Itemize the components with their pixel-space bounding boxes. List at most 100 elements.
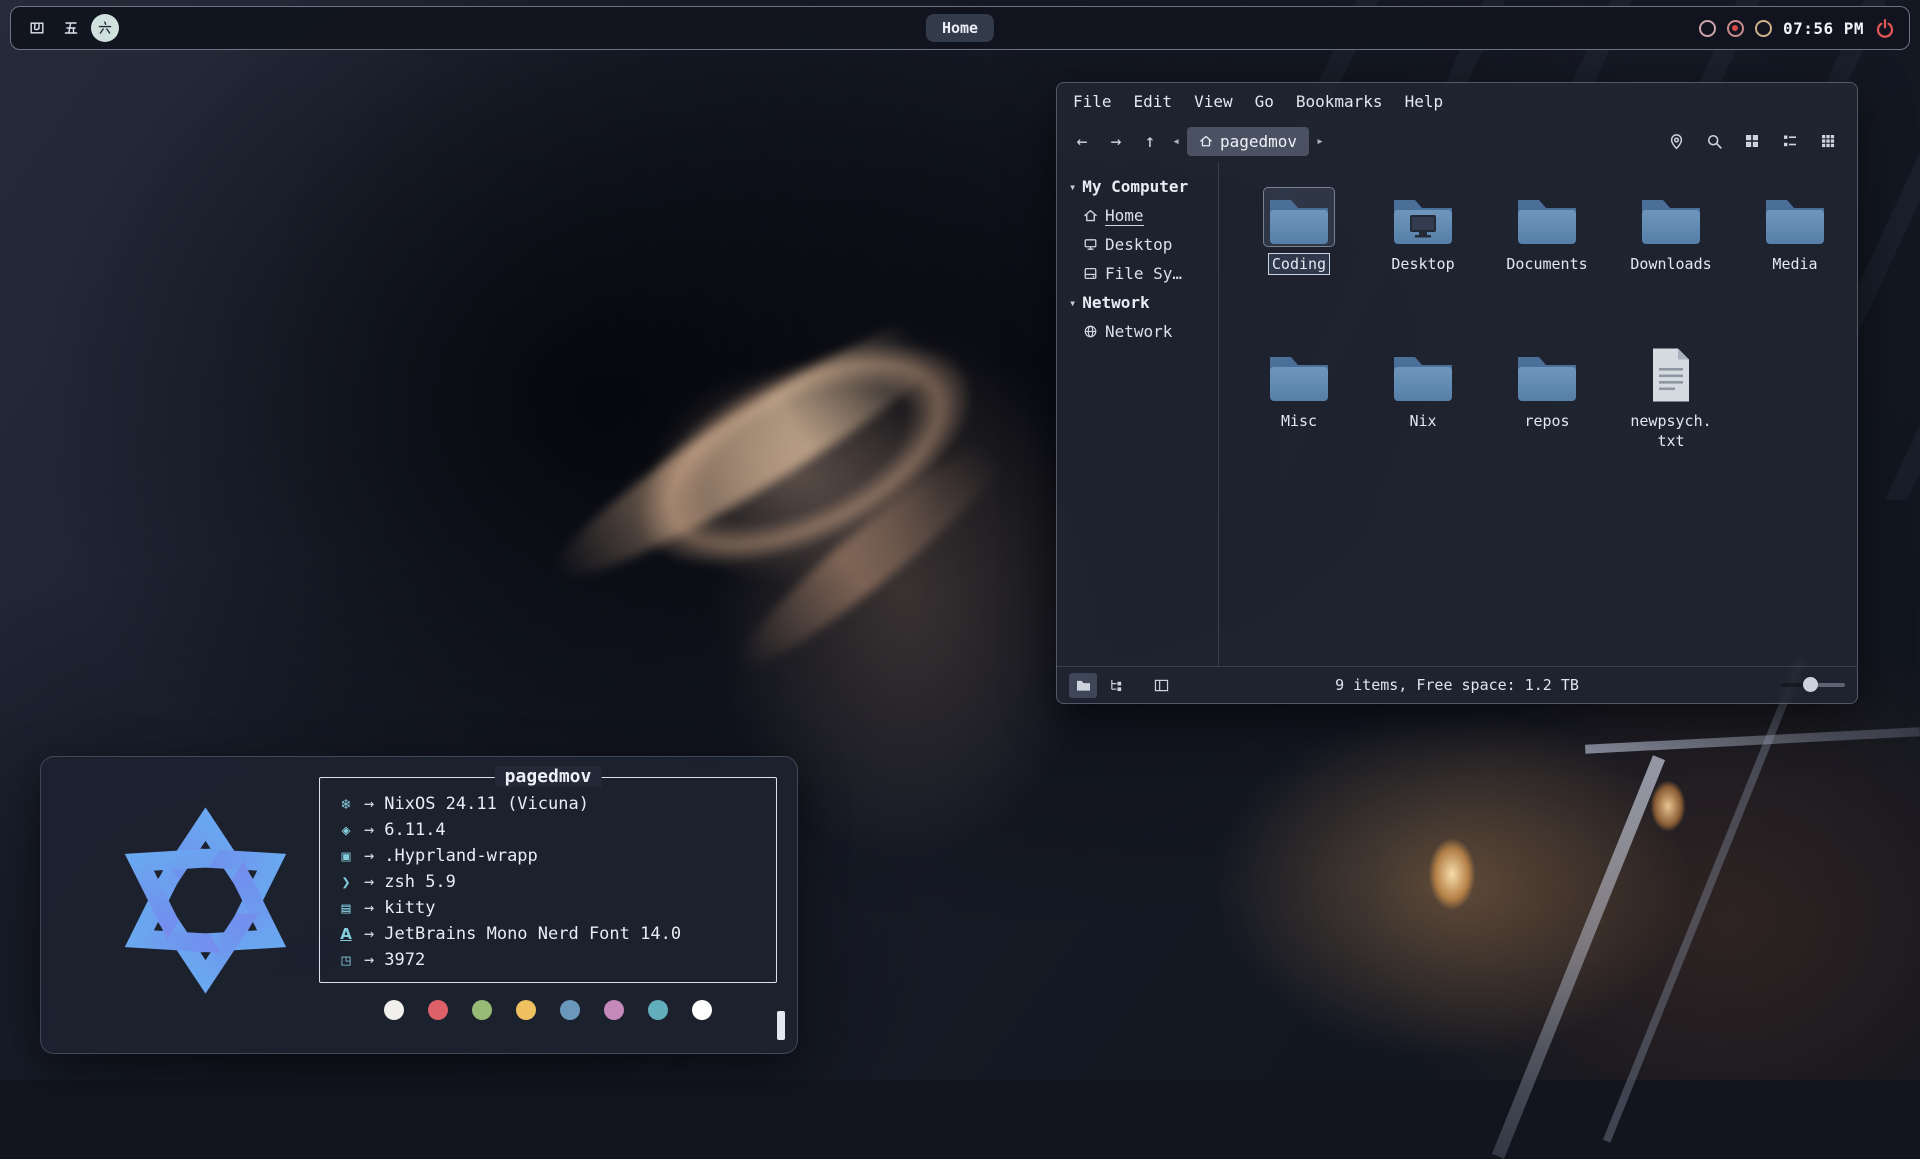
file-manager-statusbar: 9 items, Free space: 1.2 TB [1057,666,1857,703]
file-item-newpsych-txt[interactable]: newpsych.txt [1609,345,1733,502]
sidebar-item-home[interactable]: Home [1069,201,1218,230]
palette-swatch-2 [472,1000,492,1020]
topbar-right-cluster: 07:56 PM [1699,18,1909,38]
kernel-icon: ◈ [334,821,358,839]
file-manager-toolbar: ← → ↑ ◂ pagedmov ▸ [1057,120,1857,162]
fetch-value: 3972 [384,950,425,970]
sidebar: ▾ My Computer Home Desktop [1057,162,1219,666]
arrow-icon: → [364,898,374,918]
menu-item-file[interactable]: File [1073,92,1112,111]
path-scroll-left[interactable]: ◂ [1169,134,1183,149]
desktop-monitor-icon [1083,237,1098,252]
fetch-value: zsh 5.9 [384,872,456,892]
file-item-misc[interactable]: Misc [1237,345,1361,502]
side-pane-tree-button[interactable] [1102,673,1130,698]
compact-view-icon [1820,133,1836,149]
workspace-indicator-5[interactable] [57,14,85,42]
terminal-icon: ▤ [334,899,358,917]
fetch-line-wm: ▣ → .Hyprland-wrapp [334,843,772,869]
sidebar-group-my-computer[interactable]: ▾ My Computer [1069,172,1218,201]
sidebar-item-label: File Sy… [1105,264,1182,283]
view-list-button[interactable] [1779,130,1801,152]
tray-icon-3[interactable] [1755,20,1772,37]
font-icon: A [334,925,358,943]
grid-view-icon [1744,133,1760,149]
back-button[interactable]: ← [1067,126,1097,156]
terminal-cursor [777,1011,785,1040]
folder-icon [1636,188,1706,246]
arrow-icon: → [364,872,374,892]
fetch-line-packages: ◳ → 3972 [334,947,772,973]
file-item-downloads[interactable]: Downloads [1609,188,1733,345]
fetch-value: 6.11.4 [384,820,445,840]
terminal-window[interactable]: pagedmov ❄ → NixOS 24.11 (Vicuna) ◈ → 6.… [40,756,798,1054]
power-button[interactable] [1875,18,1895,38]
text-file-icon [1636,345,1706,403]
file-item-nix[interactable]: Nix [1361,345,1485,502]
zoom-slider-knob[interactable] [1803,677,1818,692]
dual-pane-toggle-button[interactable] [1147,673,1175,698]
menu-item-help[interactable]: Help [1405,92,1444,111]
menu-item-bookmarks[interactable]: Bookmarks [1296,92,1383,111]
folder-icon [1264,188,1334,246]
menu-item-view[interactable]: View [1194,92,1233,111]
folder-icon [1264,345,1334,403]
search-button[interactable] [1703,130,1725,152]
file-label: Downloads [1630,254,1711,274]
path-scroll-right[interactable]: ▸ [1313,134,1327,149]
menu-item-edit[interactable]: Edit [1134,92,1173,111]
file-item-media[interactable]: Media [1733,188,1857,345]
sidebar-item-network[interactable]: Network [1069,317,1218,346]
chevron-down-icon[interactable]: ▾ [1069,296,1076,310]
dual-pane-icon [1154,679,1169,692]
palette-swatch-3 [516,1000,536,1020]
sidebar-item-desktop[interactable]: Desktop [1069,230,1218,259]
file-item-repos[interactable]: repos [1485,345,1609,502]
path-segment-home[interactable]: pagedmov [1187,127,1309,156]
file-label: Desktop [1391,254,1454,274]
file-manager-window: File Edit View Go Bookmarks Help ← → ↑ ◂… [1056,82,1858,704]
folder-icon [1512,345,1582,403]
tray-icon-record[interactable] [1727,20,1744,37]
location-pin-icon [1668,133,1685,150]
sidebar-item-label: Desktop [1105,235,1172,254]
sidebar-group-label: Network [1082,293,1149,312]
tray-icon-1[interactable] [1699,20,1716,37]
forward-button[interactable]: → [1101,126,1131,156]
fetch-hostname: pagedmov [495,766,602,787]
nixos-icon: ❄ [334,795,358,813]
arrow-icon: → [364,794,374,814]
palette-swatch-1 [428,1000,448,1020]
up-button[interactable]: ↑ [1135,126,1165,156]
sidebar-group-network[interactable]: ▾ Network [1069,288,1218,317]
file-item-coding[interactable]: Coding [1237,188,1361,345]
view-compact-button[interactable] [1817,130,1839,152]
chevron-down-icon[interactable]: ▾ [1069,180,1076,194]
home-icon [1083,208,1098,223]
kanji-four-glyph [29,20,45,36]
list-view-icon [1782,133,1798,149]
workspace-indicator-6-active[interactable] [91,14,119,42]
workspace-indicator-4[interactable] [23,14,51,42]
focused-window-title[interactable]: Home [926,14,994,42]
sidebar-item-file-system[interactable]: File Sy… [1069,259,1218,288]
packages-icon: ◳ [334,951,358,969]
places-pin-button[interactable] [1665,130,1687,152]
side-pane-places-button[interactable] [1069,673,1097,698]
fetch-value: JetBrains Mono Nerd Font 14.0 [384,924,681,944]
toolbar-right-icons [1665,130,1847,152]
shell-icon: ❯ [334,873,358,891]
search-icon [1706,133,1723,150]
folder-desktop-icon [1388,188,1458,246]
file-label: Nix [1409,411,1436,431]
zoom-slider[interactable] [1781,683,1845,687]
view-grid-button[interactable] [1741,130,1763,152]
file-item-documents[interactable]: Documents [1485,188,1609,345]
arrow-icon: → [364,846,374,866]
palette-swatch-5 [604,1000,624,1020]
menu-item-go[interactable]: Go [1255,92,1274,111]
sidebar-item-label: Home [1105,206,1144,226]
file-item-desktop[interactable]: Desktop [1361,188,1485,345]
file-manager-body: ▾ My Computer Home Desktop [1057,162,1857,666]
arrow-icon: → [364,924,374,944]
